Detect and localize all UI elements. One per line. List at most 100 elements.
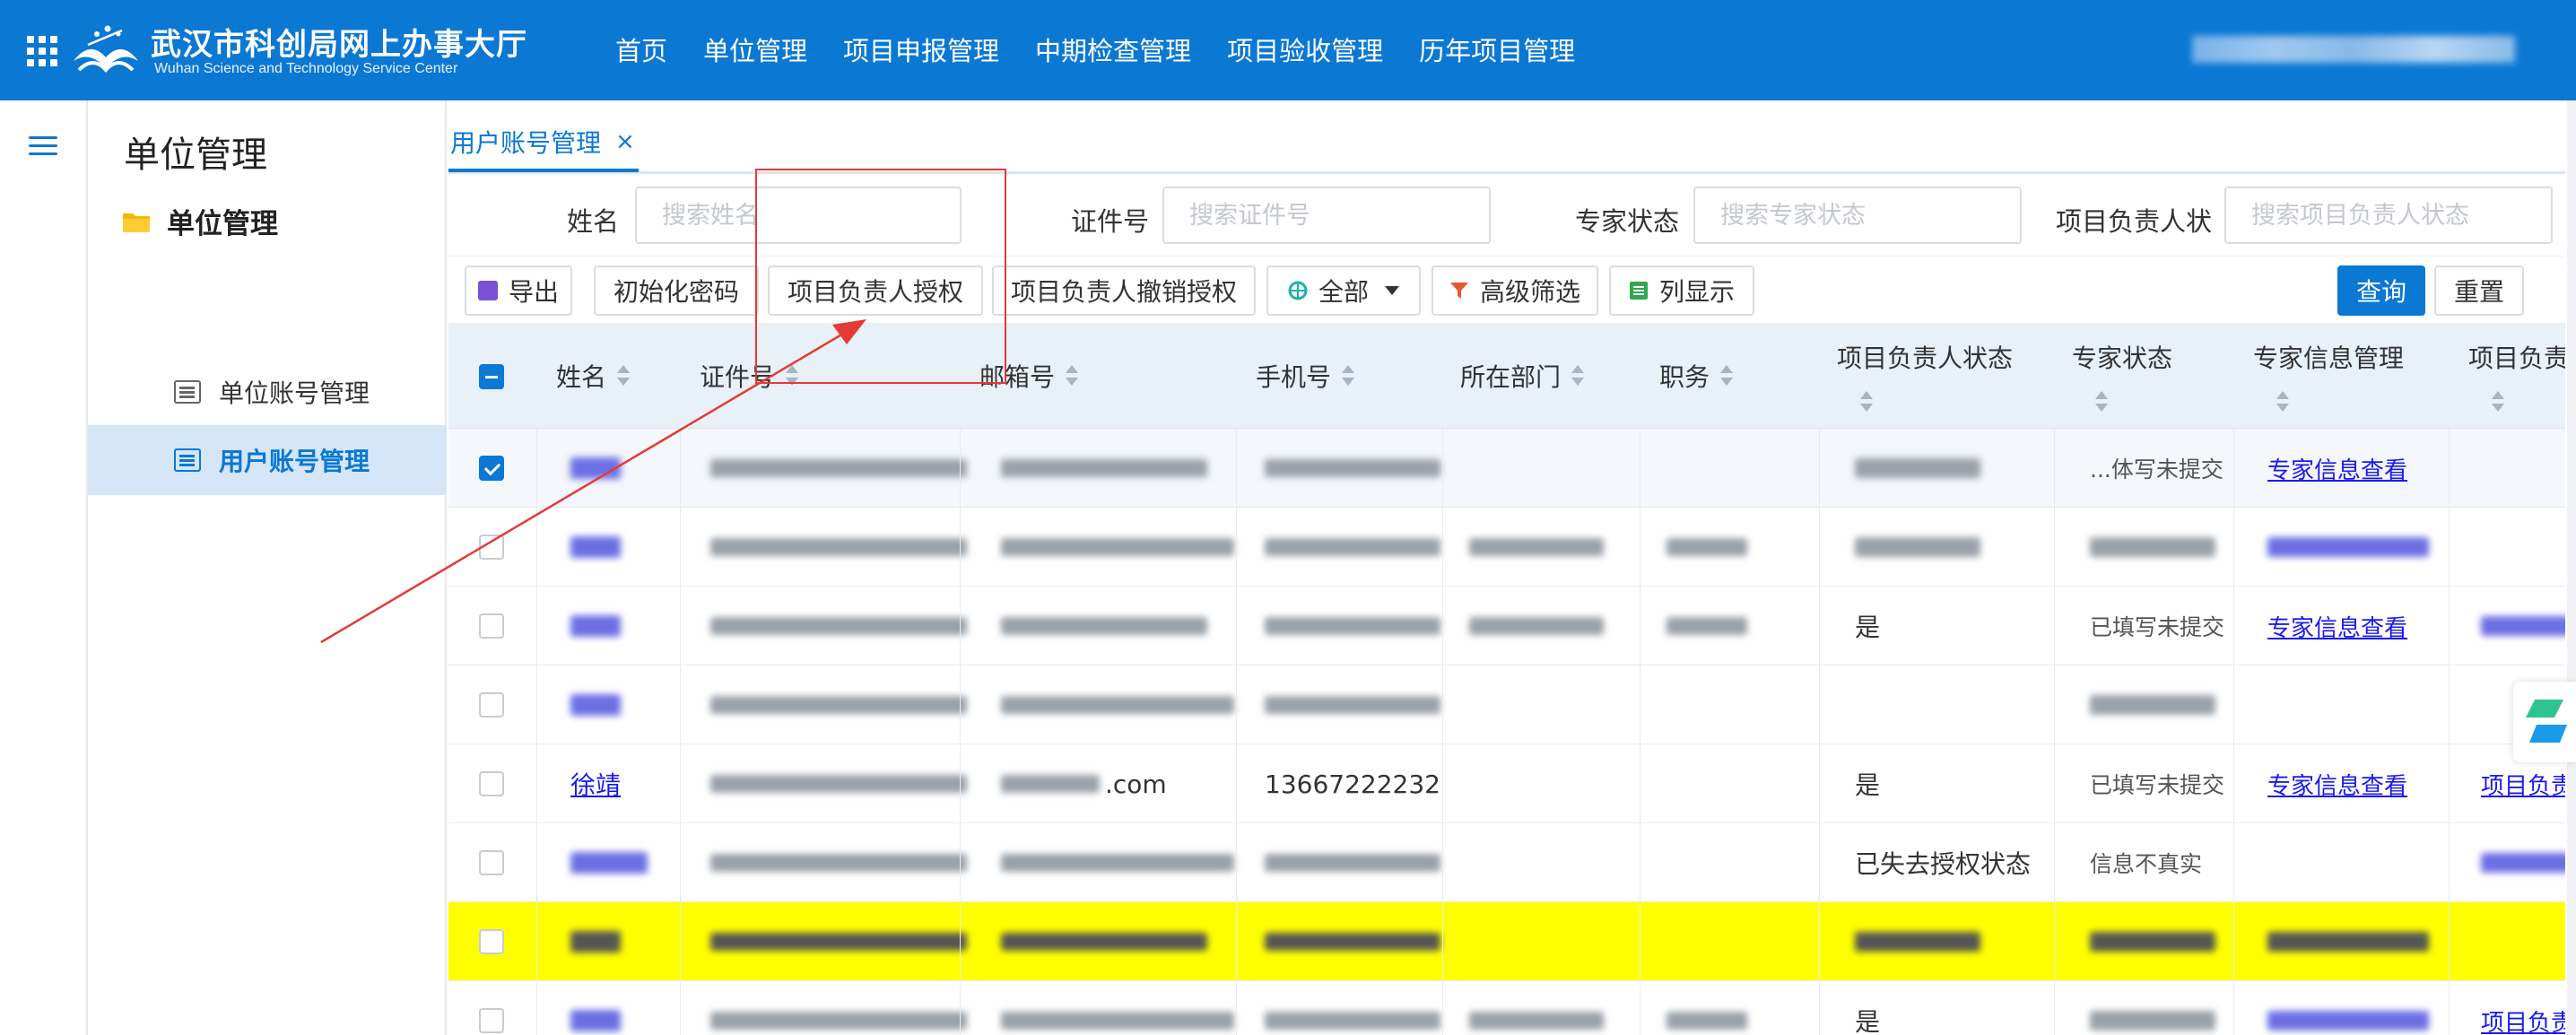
apps-grid-icon[interactable] bbox=[27, 36, 57, 66]
tab-user-accounts[interactable]: 用户账号管理 × bbox=[450, 124, 635, 160]
menu-toggle-icon[interactable] bbox=[29, 136, 57, 156]
query-button[interactable]: 查询 bbox=[2337, 265, 2425, 316]
redacted-name[interactable] bbox=[570, 694, 621, 716]
page-scrollbar[interactable] bbox=[2567, 100, 2576, 1035]
row-checkbox[interactable] bbox=[479, 613, 504, 639]
table-row[interactable] bbox=[448, 902, 2565, 981]
table-row[interactable] bbox=[448, 508, 2565, 587]
export-button[interactable]: 导出 bbox=[465, 265, 572, 316]
row-checkbox[interactable] bbox=[479, 1008, 504, 1033]
table-row[interactable] bbox=[448, 665, 2565, 744]
table-row[interactable]: 徐靖 .com 13667222232 是 已填写未提交 专家信息查看 项目负责 bbox=[448, 744, 2565, 823]
redacted-id bbox=[710, 775, 967, 793]
cell-project-leader[interactable] bbox=[2481, 823, 2565, 902]
cell-name[interactable] bbox=[570, 823, 648, 902]
cell-name[interactable] bbox=[570, 429, 621, 508]
cell-name[interactable] bbox=[570, 587, 621, 665]
revoke-project-leader-button[interactable]: 项目负责人撤销授权 bbox=[992, 265, 1256, 316]
project-leader-link[interactable]: 项目负责 bbox=[2481, 768, 2565, 801]
cell-expert-info[interactable]: 专家信息查看 bbox=[2267, 587, 2407, 665]
sort-icon[interactable] bbox=[1860, 391, 1873, 413]
floating-widget[interactable] bbox=[2513, 682, 2576, 762]
col-position[interactable]: 职务 bbox=[1659, 323, 1734, 429]
cell-name[interactable] bbox=[570, 665, 621, 744]
redacted-expert-info[interactable] bbox=[2267, 1011, 2429, 1031]
user-name-link[interactable]: 徐靖 bbox=[570, 766, 621, 802]
redacted-project-leader[interactable] bbox=[2481, 853, 2565, 873]
advanced-filter-button[interactable]: 高级筛选 bbox=[1432, 265, 1598, 316]
cell-name[interactable]: 徐靖 bbox=[570, 744, 621, 823]
project-leader-link[interactable]: 项目负责 bbox=[2481, 1005, 2565, 1035]
sort-icon[interactable] bbox=[2095, 391, 2108, 413]
cell-expert-info[interactable]: 专家信息查看 bbox=[2267, 744, 2407, 823]
sort-icon[interactable] bbox=[1066, 365, 1079, 387]
sort-icon[interactable] bbox=[1720, 365, 1734, 387]
redacted-name[interactable] bbox=[570, 615, 621, 637]
reset-button[interactable]: 重置 bbox=[2434, 265, 2524, 316]
sort-icon[interactable] bbox=[2276, 391, 2289, 413]
col-phone[interactable]: 手机号 bbox=[1256, 323, 1355, 429]
row-checkbox[interactable] bbox=[479, 456, 504, 481]
nav-project-acceptance[interactable]: 项目验收管理 bbox=[1227, 30, 1383, 68]
row-checkbox[interactable] bbox=[479, 692, 504, 718]
row-checkbox[interactable] bbox=[479, 850, 504, 875]
cell-name[interactable] bbox=[570, 508, 621, 587]
cell-expert-info[interactable] bbox=[2267, 508, 2429, 587]
redacted-name[interactable] bbox=[570, 1010, 621, 1031]
redacted-expert-info[interactable] bbox=[2267, 932, 2429, 952]
expert-info-link[interactable]: 专家信息查看 bbox=[2267, 610, 2407, 643]
nav-midterm-check[interactable]: 中期检查管理 bbox=[1035, 30, 1191, 68]
sidebar-item-user-accounts[interactable]: 用户账号管理 bbox=[88, 425, 447, 495]
cell-name[interactable] bbox=[570, 902, 621, 981]
expert-status-input[interactable] bbox=[1693, 187, 2022, 244]
col-project-leader[interactable]: 项目负责 bbox=[2468, 323, 2565, 429]
sidebar-group-unit-management[interactable]: 单位管理 bbox=[122, 201, 278, 241]
redacted-name[interactable] bbox=[570, 536, 621, 558]
table-row[interactable]: 已失去授权状态 信息不真实 bbox=[448, 823, 2565, 902]
row-checkbox[interactable] bbox=[479, 929, 504, 954]
nav-history-projects[interactable]: 历年项目管理 bbox=[1419, 30, 1575, 68]
redacted-name[interactable] bbox=[570, 457, 621, 479]
cell-project-leader[interactable] bbox=[2481, 587, 2565, 665]
leader-status-input[interactable] bbox=[2224, 187, 2553, 244]
col-department[interactable]: 所在部门 bbox=[1460, 323, 1585, 429]
table-row[interactable]: ...体写未提交 专家信息查看 bbox=[448, 429, 2565, 508]
column-display-button[interactable]: 列显示 bbox=[1609, 265, 1754, 316]
row-checkbox[interactable] bbox=[479, 535, 504, 560]
col-name[interactable]: 姓名 bbox=[556, 323, 631, 429]
user-info-blurred[interactable] bbox=[2192, 36, 2515, 63]
cell-name[interactable] bbox=[570, 981, 621, 1035]
sort-icon[interactable] bbox=[1342, 365, 1355, 387]
cell-project-leader[interactable]: 项目负责 bbox=[2481, 981, 2565, 1035]
table-row[interactable]: 是 项目负责 bbox=[448, 981, 2565, 1035]
sort-icon[interactable] bbox=[1571, 365, 1585, 387]
id-search-input[interactable] bbox=[1162, 187, 1491, 244]
sort-icon[interactable] bbox=[617, 365, 631, 387]
col-leader-status[interactable]: 项目负责人状态 bbox=[1837, 323, 2013, 429]
reset-password-button[interactable]: 初始化密码 bbox=[594, 265, 759, 316]
redacted-expert-info[interactable] bbox=[2267, 537, 2429, 557]
row-checkbox[interactable] bbox=[479, 771, 504, 796]
nav-project-application[interactable]: 项目申报管理 bbox=[843, 30, 999, 68]
sidebar-item-unit-accounts[interactable]: 单位账号管理 bbox=[88, 357, 447, 427]
cell-expert-info[interactable]: 专家信息查看 bbox=[2267, 429, 2407, 508]
redacted-phone bbox=[1265, 459, 1440, 477]
select-all-checkbox[interactable] bbox=[479, 364, 504, 389]
nav-unit-management[interactable]: 单位管理 bbox=[703, 30, 807, 68]
expert-info-link[interactable]: 专家信息查看 bbox=[2267, 452, 2407, 485]
cell-position bbox=[1667, 981, 1747, 1035]
expert-info-link[interactable]: 专家信息查看 bbox=[2267, 768, 2407, 801]
close-icon[interactable]: × bbox=[615, 128, 635, 155]
col-expert-info[interactable]: 专家信息管理 bbox=[2253, 323, 2404, 429]
redacted-name[interactable] bbox=[570, 852, 648, 874]
sort-icon[interactable] bbox=[2492, 391, 2504, 413]
filter-all-dropdown[interactable]: 全部 bbox=[1266, 265, 1421, 316]
nav-home[interactable]: 首页 bbox=[615, 30, 667, 68]
col-expert-status[interactable]: 专家状态 bbox=[2072, 323, 2172, 429]
cell-expert-info[interactable] bbox=[2267, 981, 2429, 1035]
redacted-project-leader[interactable] bbox=[2481, 616, 2565, 636]
cell-expert-info[interactable] bbox=[2267, 902, 2429, 981]
table-row[interactable]: 是 已填写未提交 专家信息查看 bbox=[448, 587, 2565, 665]
user-table: 姓名 证件号 邮箱号 手机号 所在部门 职务 项目负责人状态 专家状态 专家信息… bbox=[448, 323, 2565, 1035]
redacted-name[interactable] bbox=[570, 931, 621, 952]
